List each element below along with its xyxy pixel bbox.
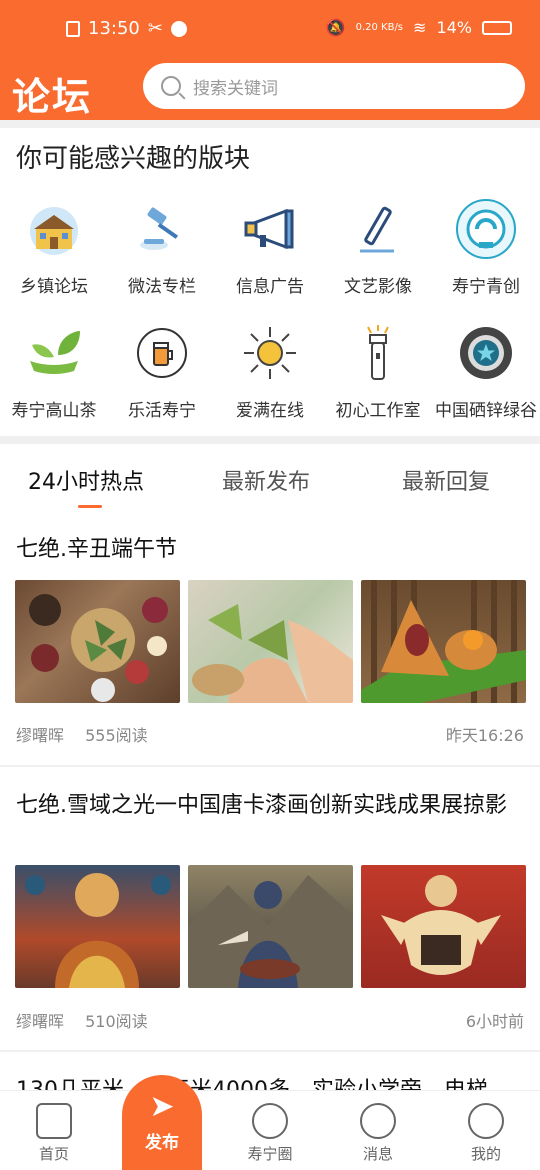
nav-circle[interactable]: 寿宁圈 bbox=[216, 1103, 324, 1164]
category-label: 爱满在线 bbox=[236, 401, 304, 421]
divider bbox=[0, 436, 540, 444]
megaphone-icon bbox=[239, 198, 301, 260]
nav-home-label: 首页 bbox=[38, 1145, 69, 1163]
app-header: 13:50 ✂ 🔕 0.20 KB/s ≋ 14% 论坛 搜索关键词 bbox=[0, 0, 540, 121]
post-reads: 510阅读 bbox=[85, 1012, 148, 1031]
tab-bar: 24小时热点 最新发布 最新回复 bbox=[0, 458, 540, 508]
flashlight-icon bbox=[347, 322, 409, 384]
post-time: 6小时前 bbox=[465, 1012, 524, 1031]
post-meta: 缪曙晖 510阅读 bbox=[16, 1008, 148, 1032]
post-reads: 555阅读 bbox=[85, 726, 148, 745]
sun-icon bbox=[239, 322, 301, 384]
post-image[interactable] bbox=[361, 865, 526, 988]
divider bbox=[0, 765, 540, 767]
tab-latest-posts[interactable]: 最新发布 bbox=[222, 464, 310, 496]
post-image[interactable] bbox=[361, 580, 526, 703]
category-label: 寿宁青创 bbox=[452, 277, 520, 297]
beer-badge-icon bbox=[131, 322, 193, 384]
post-title[interactable]: 七绝.雪域之光一中国唐卡漆画创新实践成果展掠影 bbox=[16, 790, 526, 822]
category-item[interactable]: 乐活寿宁 bbox=[108, 322, 216, 421]
nav-circle-label: 寿宁圈 bbox=[247, 1145, 293, 1163]
status-bar: 13:50 ✂ 🔕 0.20 KB/s ≋ 14% bbox=[0, 0, 540, 58]
category-label: 乡镇论坛 bbox=[20, 277, 88, 297]
battery-text: 14% bbox=[436, 18, 472, 37]
category-item[interactable]: 寿宁青创 bbox=[432, 198, 540, 297]
divider bbox=[0, 1050, 540, 1052]
star-circle-icon bbox=[455, 322, 517, 384]
pencil-icon bbox=[347, 198, 409, 260]
gavel-icon bbox=[131, 198, 193, 260]
category-item[interactable]: 寿宁高山茶 bbox=[0, 322, 108, 421]
category-label: 信息广告 bbox=[236, 277, 304, 297]
post-image[interactable] bbox=[15, 580, 180, 703]
post-author[interactable]: 缪曙晖 bbox=[16, 1012, 64, 1031]
battery-icon bbox=[482, 20, 512, 35]
post-title[interactable]: 七绝.辛丑端午节 bbox=[16, 534, 526, 566]
active-tab-indicator bbox=[78, 505, 102, 508]
category-item[interactable]: 爱满在线 bbox=[216, 322, 324, 421]
network-speed: 0.20 KB/s bbox=[355, 21, 404, 33]
nav-home[interactable]: 首页 bbox=[0, 1103, 108, 1164]
user-icon bbox=[468, 1103, 504, 1139]
divider bbox=[0, 120, 540, 128]
post-image[interactable] bbox=[188, 580, 353, 703]
category-label: 文艺影像 bbox=[344, 277, 412, 297]
youth-badge-icon bbox=[455, 198, 517, 260]
post-image[interactable] bbox=[15, 865, 180, 988]
category-label: 寿宁高山茶 bbox=[11, 401, 97, 421]
nav-mine[interactable]: 我的 bbox=[432, 1103, 540, 1164]
category-label: 初心工作室 bbox=[335, 401, 421, 421]
mute-icon: 🔕 bbox=[325, 18, 346, 37]
post-meta: 缪曙晖 555阅读 bbox=[16, 722, 148, 746]
category-label: 微法专栏 bbox=[128, 277, 196, 297]
publish-label: 发布 bbox=[145, 1133, 179, 1153]
nav-messages[interactable]: 消息 bbox=[324, 1103, 432, 1164]
post-author[interactable]: 缪曙晖 bbox=[16, 726, 64, 745]
circle-icon bbox=[252, 1103, 288, 1139]
tools-icon: ✂ bbox=[147, 18, 163, 39]
search-input[interactable]: 搜索关键词 bbox=[143, 63, 525, 109]
home-icon bbox=[36, 1103, 72, 1139]
tab-latest-replies[interactable]: 最新回复 bbox=[402, 464, 490, 496]
search-placeholder: 搜索关键词 bbox=[193, 78, 278, 99]
category-item[interactable]: 信息广告 bbox=[216, 198, 324, 297]
post-time: 昨天16:26 bbox=[445, 726, 524, 745]
paper-plane-icon: ➤ bbox=[149, 1089, 175, 1124]
category-item[interactable]: 初心工作室 bbox=[324, 322, 432, 421]
category-label: 中国硒锌绿谷 bbox=[435, 401, 537, 421]
tea-cup-icon bbox=[23, 322, 85, 384]
nav-mine-label: 我的 bbox=[470, 1145, 501, 1163]
sim-icon bbox=[66, 20, 80, 37]
section-title: 你可能感兴趣的版块 bbox=[16, 144, 251, 174]
publish-button[interactable]: ➤ 发布 bbox=[122, 1075, 202, 1170]
check-icon bbox=[170, 20, 187, 37]
category-item[interactable]: 乡镇论坛 bbox=[0, 198, 108, 297]
category-item[interactable]: 文艺影像 bbox=[324, 198, 432, 297]
page-title: 论坛 bbox=[12, 75, 93, 119]
school-building-icon bbox=[23, 198, 85, 260]
post-image[interactable] bbox=[188, 865, 353, 988]
nav-messages-label: 消息 bbox=[362, 1145, 393, 1163]
tab-hot-24h[interactable]: 24小时热点 bbox=[28, 464, 144, 496]
bottom-nav: 首页 寿宁圈 消息 我的 bbox=[0, 1090, 540, 1170]
message-icon bbox=[360, 1103, 396, 1139]
wifi-icon: ≋ bbox=[413, 18, 427, 37]
search-icon bbox=[161, 76, 181, 96]
category-label: 乐活寿宁 bbox=[128, 401, 196, 421]
status-time: 13:50 bbox=[88, 18, 140, 39]
category-item[interactable]: 中国硒锌绿谷 bbox=[432, 322, 540, 421]
category-item[interactable]: 微法专栏 bbox=[108, 198, 216, 297]
